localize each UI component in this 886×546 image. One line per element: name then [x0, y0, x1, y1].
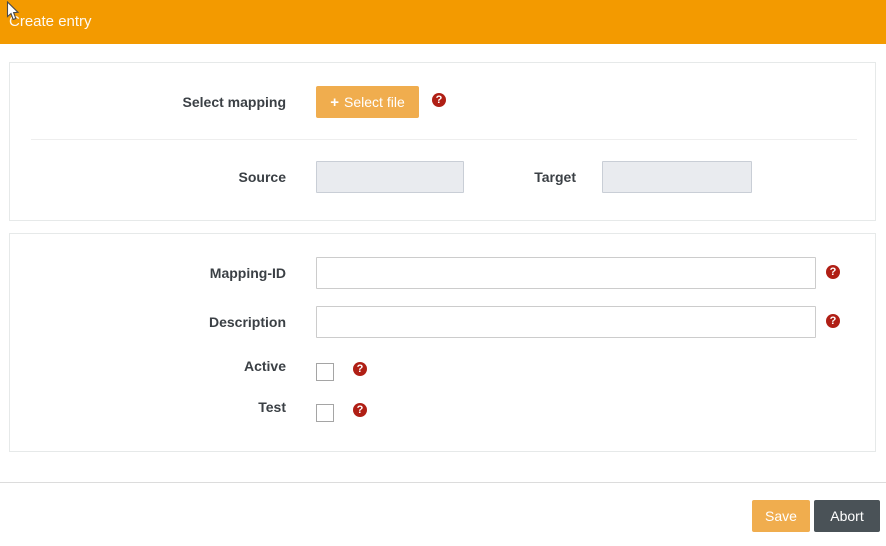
mapping-id-label: Mapping-ID	[31, 257, 286, 289]
select-file-button[interactable]: + Select file	[316, 86, 419, 118]
active-checkbox[interactable]	[316, 363, 334, 381]
create-entry-page: Create entry Select mapping + Select fil…	[0, 0, 886, 546]
page-header: Create entry	[0, 0, 886, 44]
target-input	[602, 161, 752, 193]
abort-button[interactable]: Abort	[814, 500, 880, 532]
description-input[interactable]	[316, 306, 816, 338]
mapping-id-help-icon[interactable]: ?	[826, 265, 840, 279]
page-title: Create entry	[9, 13, 92, 30]
select-mapping-help-icon[interactable]: ?	[432, 93, 446, 107]
test-checkbox[interactable]	[316, 404, 334, 422]
plus-icon: +	[330, 95, 339, 110]
save-button[interactable]: Save	[752, 500, 810, 532]
target-label: Target	[410, 161, 576, 193]
test-label: Test	[31, 397, 286, 417]
description-label: Description	[31, 306, 286, 338]
test-help-icon[interactable]: ?	[353, 403, 367, 417]
panel-divider	[31, 139, 857, 140]
entry-details-panel: Mapping-ID ? Description ? Active ? Test…	[9, 233, 876, 452]
select-file-button-label: Select file	[344, 94, 405, 110]
source-label: Source	[31, 161, 286, 193]
footer-divider	[0, 482, 886, 483]
description-help-icon[interactable]: ?	[826, 314, 840, 328]
select-mapping-label: Select mapping	[31, 86, 286, 118]
active-label: Active	[31, 356, 286, 376]
active-help-icon[interactable]: ?	[353, 362, 367, 376]
mapping-id-input[interactable]	[316, 257, 816, 289]
select-mapping-panel: Select mapping + Select file ? Source Ta…	[9, 62, 876, 221]
